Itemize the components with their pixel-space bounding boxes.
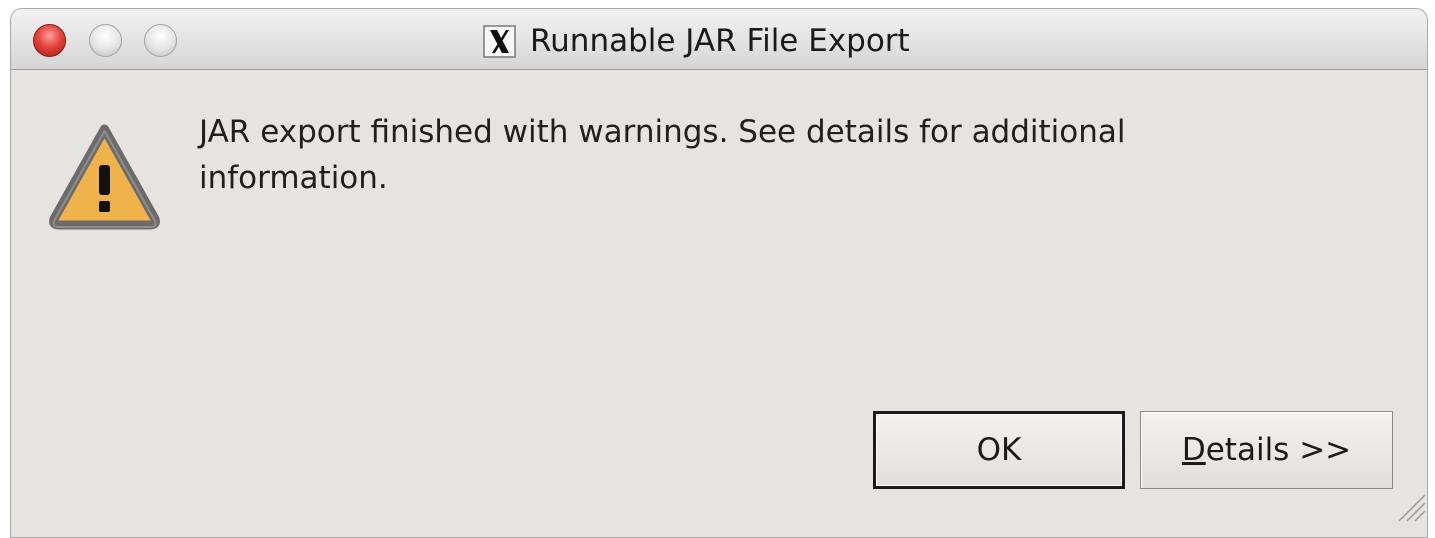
details-mnemonic: D: [1181, 432, 1206, 468]
details-label-rest: etails >>: [1205, 432, 1352, 468]
dialog-window: Runnable JAR File Export JAR export fini…: [10, 8, 1428, 538]
title-bar[interactable]: Runnable JAR File Export: [11, 9, 1427, 70]
minimize-window-button[interactable]: [89, 24, 122, 57]
dialog-message: JAR export finished with warnings. See d…: [199, 114, 1126, 196]
ok-button[interactable]: OK: [873, 411, 1125, 489]
resize-grip-icon[interactable]: [1393, 489, 1427, 523]
zoom-window-button[interactable]: [144, 24, 177, 57]
details-button[interactable]: Details >>: [1140, 411, 1393, 489]
x11-app-icon: [483, 24, 516, 58]
close-window-button[interactable]: [33, 24, 66, 57]
details-button-label: Details >>: [1182, 432, 1351, 468]
window-title: Runnable JAR File Export: [530, 23, 910, 59]
window-title-group: Runnable JAR File Export: [483, 23, 910, 59]
ok-button-label: OK: [976, 432, 1022, 468]
warning-icon: [49, 124, 160, 230]
